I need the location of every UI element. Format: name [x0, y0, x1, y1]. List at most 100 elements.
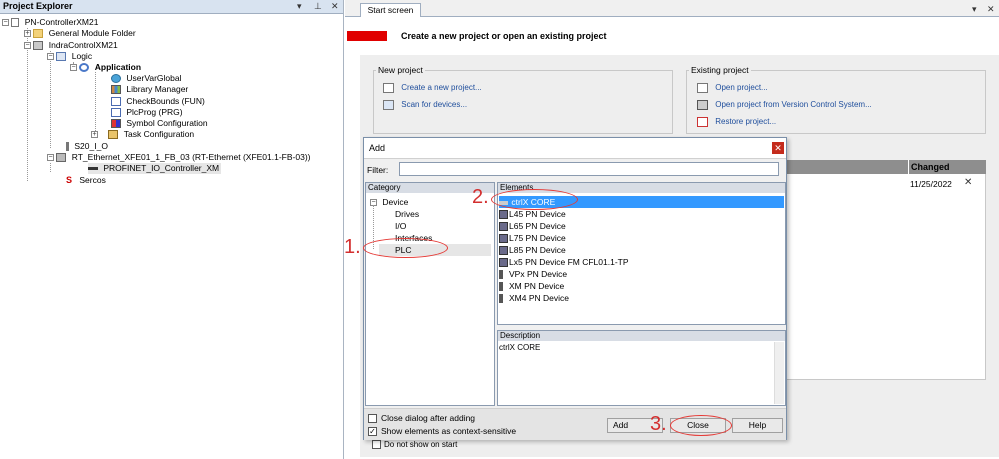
- sercos-icon: S: [66, 175, 73, 186]
- expand-icon[interactable]: +: [91, 131, 98, 139]
- device-icon: [33, 41, 44, 51]
- show-context-label: Show elements as context-sensitive: [381, 426, 517, 436]
- open-vcs-link[interactable]: Open project from Version Control System…: [697, 100, 872, 110]
- dropdown-icon[interactable]: ▾: [972, 4, 977, 15]
- tree-item-s20-io[interactable]: S20_I_O: [66, 141, 108, 152]
- expand-icon[interactable]: +: [24, 30, 31, 38]
- device-icon: [499, 294, 503, 304]
- tree-item-rt-ethernet[interactable]: − RT_Ethernet_XFE01_1_FB_03 (RT-Ethernet…: [47, 152, 311, 163]
- filter-input[interactable]: [399, 162, 779, 176]
- create-new-project-link[interactable]: Create a new project...: [383, 83, 482, 93]
- do-not-show-checkbox[interactable]: [372, 440, 381, 449]
- step-1-label: 1.: [344, 236, 361, 258]
- vcs-icon: [697, 100, 708, 110]
- element-xm4[interactable]: XM4 PN Device: [499, 292, 569, 304]
- element-l75[interactable]: L75 PN Device: [499, 232, 566, 244]
- tree-item-profinet-controller[interactable]: PROFINET_IO_Controller_XM: [88, 163, 222, 174]
- folder-icon: [33, 29, 44, 39]
- category-device[interactable]: − Device: [370, 196, 408, 208]
- add-dialog-title: Add: [369, 143, 386, 153]
- tree-item-symbol-configuration[interactable]: Symbol Configuration: [111, 118, 208, 129]
- description-text: ctrlX CORE: [499, 343, 541, 352]
- category-drives[interactable]: Drives: [395, 208, 419, 220]
- task-icon: [108, 130, 119, 140]
- scan-icon: [383, 100, 394, 110]
- collapse-icon[interactable]: −: [47, 53, 54, 61]
- globe-icon: [111, 74, 121, 84]
- tree-item-library-manager[interactable]: Library Manager: [111, 84, 188, 95]
- pin-icon[interactable]: ⊥: [314, 1, 322, 12]
- open-project-link[interactable]: Open project...: [697, 83, 768, 93]
- element-l65[interactable]: L65 PN Device: [499, 220, 566, 232]
- profinet-icon: [88, 167, 98, 171]
- application-icon: [79, 63, 90, 73]
- description-header: Description: [498, 331, 785, 341]
- tree-item-uservarglobal[interactable]: UserVarGlobal: [111, 73, 182, 84]
- help-button[interactable]: Help: [732, 418, 783, 433]
- device-icon: [499, 246, 508, 256]
- do-not-show-label: Do not show on start: [384, 440, 458, 449]
- collapse-icon[interactable]: −: [24, 42, 31, 50]
- device-icon: [499, 270, 503, 280]
- device-icon: [499, 210, 508, 220]
- symbol-icon: [111, 119, 121, 129]
- collapse-icon[interactable]: −: [70, 64, 77, 72]
- device-icon: [499, 222, 508, 232]
- tree-item-logic[interactable]: − Logic: [47, 51, 92, 62]
- brand-accent-bar: [347, 31, 387, 41]
- tree-item-sercos[interactable]: S Sercos: [66, 175, 106, 186]
- tree-item-plcprog[interactable]: PlcProg (PRG): [111, 107, 183, 118]
- show-context-checkbox[interactable]: ✓: [368, 427, 377, 436]
- scan-devices-link[interactable]: Scan for devices...: [383, 100, 467, 110]
- description-pane: Description ctrlX CORE: [497, 330, 786, 406]
- tree-item-general-module-folder[interactable]: + General Module Folder: [24, 28, 136, 39]
- close-icon[interactable]: ✕: [331, 1, 339, 12]
- add-dialog: Add ✕ Filter: Category − Device Drives I…: [363, 137, 787, 440]
- tree-item-indracontrol[interactable]: − IndraControlXM21: [24, 40, 118, 51]
- program-icon: [111, 108, 121, 118]
- collapse-icon[interactable]: −: [47, 154, 54, 162]
- tree-item-task-configuration[interactable]: + Task Configuration: [91, 129, 194, 140]
- tree-item-application[interactable]: − Application: [70, 62, 141, 73]
- recent-projects-list: [786, 160, 986, 380]
- category-io[interactable]: I/O: [395, 220, 406, 232]
- recent-changed-date: 11/25/2022: [910, 179, 952, 189]
- project-explorer-pane: Project Explorer ▾ ⊥ ✕ − PN-ControllerXM…: [0, 0, 344, 459]
- project-icon: [11, 18, 20, 28]
- step-3-label: 3.: [650, 413, 667, 435]
- recent-column-header-changed[interactable]: Changed: [908, 160, 986, 174]
- element-l85[interactable]: L85 PN Device: [499, 244, 566, 256]
- restore-project-link[interactable]: Restore project...: [697, 117, 776, 127]
- ethernet-icon: [56, 153, 67, 163]
- description-scrollbar[interactable]: [774, 342, 784, 404]
- new-project-icon: [383, 83, 394, 93]
- collapse-icon[interactable]: −: [2, 19, 9, 27]
- device-icon: [499, 282, 503, 292]
- open-project-icon: [697, 83, 708, 93]
- step-3-highlight: [670, 415, 732, 436]
- new-project-title: New project: [376, 65, 425, 75]
- step-1-highlight: [363, 238, 448, 258]
- function-icon: [111, 97, 121, 107]
- tree-item-pn-controller[interactable]: − PN-ControllerXM21: [2, 17, 98, 28]
- close-icon[interactable]: ✕: [772, 142, 784, 154]
- project-explorer-titlebar: Project Explorer ▾ ⊥ ✕: [0, 0, 343, 14]
- io-icon: [66, 142, 69, 152]
- tree-item-checkbounds[interactable]: CheckBounds (FUN): [111, 96, 205, 107]
- logic-icon: [56, 52, 67, 62]
- close-after-adding-checkbox[interactable]: [368, 414, 377, 423]
- add-dialog-titlebar: Add ✕: [364, 138, 786, 159]
- remove-icon[interactable]: ✕: [964, 177, 972, 188]
- element-lx5[interactable]: Lx5 PN Device FM CFL01.1-TP: [499, 256, 629, 268]
- category-pane: Category − Device Drives I/O Interfaces …: [365, 182, 495, 406]
- close-tab-icon[interactable]: ✕: [987, 4, 995, 15]
- tab-start-screen[interactable]: Start screen: [360, 3, 421, 17]
- dropdown-icon[interactable]: ▾: [297, 1, 302, 12]
- start-screen-heading: Create a new project or open an existing…: [401, 31, 607, 41]
- project-explorer-title: Project Explorer: [3, 1, 73, 11]
- element-xm[interactable]: XM PN Device: [499, 280, 564, 292]
- element-vpx[interactable]: VPx PN Device: [499, 268, 567, 280]
- step-2-label: 2.: [472, 186, 489, 208]
- step-2-highlight: [491, 189, 578, 210]
- document-tabbar: ▾ ✕: [345, 0, 999, 17]
